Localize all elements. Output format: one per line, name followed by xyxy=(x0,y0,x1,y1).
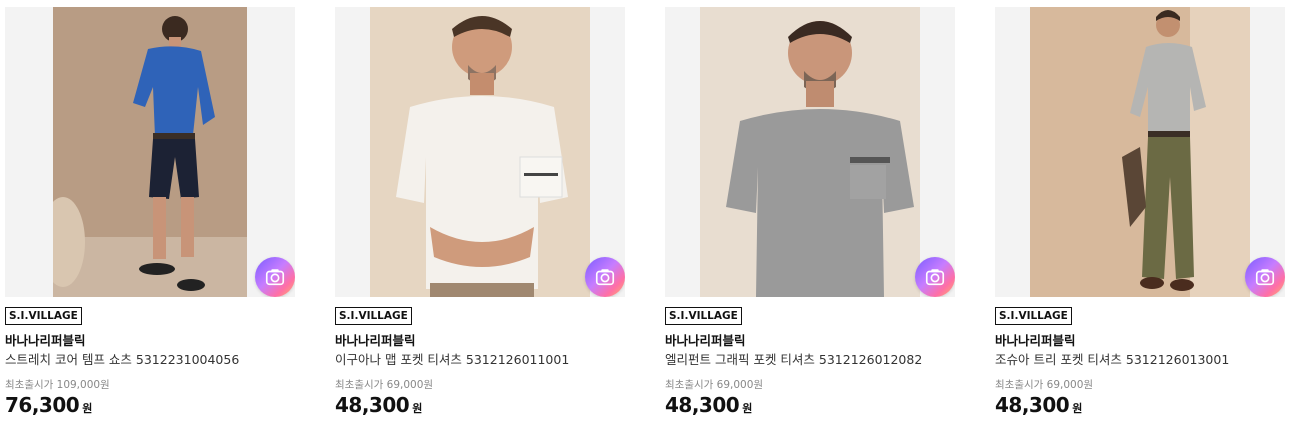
product-name[interactable]: 엘리펀트 그래픽 포켓 티셔츠 5312126012082 xyxy=(665,352,955,368)
seller-badge: S.I.VILLAGE xyxy=(335,307,412,325)
product-card[interactable]: S.I.VILLAGE 바나나리퍼블릭 엘리펀트 그래픽 포켓 티셔츠 5312… xyxy=(665,7,955,417)
camera-search-icon[interactable] xyxy=(585,257,625,297)
original-price: 최초출시가 69,000원 xyxy=(995,379,1094,391)
product-card[interactable]: S.I.VILLAGE 바나나리퍼블릭 조슈아 트리 포켓 티셔츠 531212… xyxy=(995,7,1285,417)
product-name[interactable]: 스트레치 코어 템프 쇼츠 5312231004056 xyxy=(5,352,295,368)
currency-label: 원 xyxy=(412,402,423,415)
man-gray-pocket-tee-photo xyxy=(700,7,920,297)
product-card[interactable]: S.I.VILLAGE 바나나리퍼블릭 이구아나 맵 포켓 티셔츠 531212… xyxy=(335,7,625,417)
currency-label: 원 xyxy=(742,402,753,415)
camera-search-icon[interactable] xyxy=(1245,257,1285,297)
currency-label: 원 xyxy=(82,402,93,415)
product-name[interactable]: 조슈아 트리 포켓 티셔츠 5312126013001 xyxy=(995,352,1285,368)
sale-price: 48,300 xyxy=(335,393,410,417)
product-thumbnail[interactable] xyxy=(665,7,955,297)
brand-name[interactable]: 바나나리퍼블릭 xyxy=(665,333,955,349)
brand-name[interactable]: 바나나리퍼블릭 xyxy=(995,333,1285,349)
seller-badge: S.I.VILLAGE xyxy=(665,307,742,325)
currency-label: 원 xyxy=(1072,402,1083,415)
man-gray-tee-olive-pants-photo xyxy=(1030,7,1250,297)
product-thumbnail[interactable] xyxy=(995,7,1285,297)
product-thumbnail[interactable] xyxy=(5,7,295,297)
sale-price: 48,300 xyxy=(995,393,1070,417)
price-row: 76,300 원 xyxy=(5,393,295,417)
price-row: 48,300 원 xyxy=(335,393,625,417)
product-thumbnail[interactable] xyxy=(335,7,625,297)
original-price: 최초출시가 69,000원 xyxy=(665,379,764,391)
product-name[interactable]: 이구아나 맵 포켓 티셔츠 5312126011001 xyxy=(335,352,625,368)
man-blue-sweater-shorts-photo xyxy=(53,7,247,297)
price-row: 48,300 원 xyxy=(995,393,1285,417)
sale-price: 76,300 xyxy=(5,393,80,417)
product-grid: S.I.VILLAGE 바나나리퍼블릭 스트레치 코어 템프 쇼츠 531223… xyxy=(0,0,1301,436)
price-row: 48,300 원 xyxy=(665,393,955,417)
camera-search-icon[interactable] xyxy=(255,257,295,297)
man-white-pocket-tee-photo xyxy=(370,7,590,297)
camera-search-icon[interactable] xyxy=(915,257,955,297)
brand-name[interactable]: 바나나리퍼블릭 xyxy=(5,333,295,349)
sale-price: 48,300 xyxy=(665,393,740,417)
brand-name[interactable]: 바나나리퍼블릭 xyxy=(335,333,625,349)
seller-badge: S.I.VILLAGE xyxy=(5,307,82,325)
original-price: 최초출시가 69,000원 xyxy=(335,379,434,391)
product-card[interactable]: S.I.VILLAGE 바나나리퍼블릭 스트레치 코어 템프 쇼츠 531223… xyxy=(5,7,295,417)
seller-badge: S.I.VILLAGE xyxy=(995,307,1072,325)
original-price: 최초출시가 109,000원 xyxy=(5,379,110,391)
